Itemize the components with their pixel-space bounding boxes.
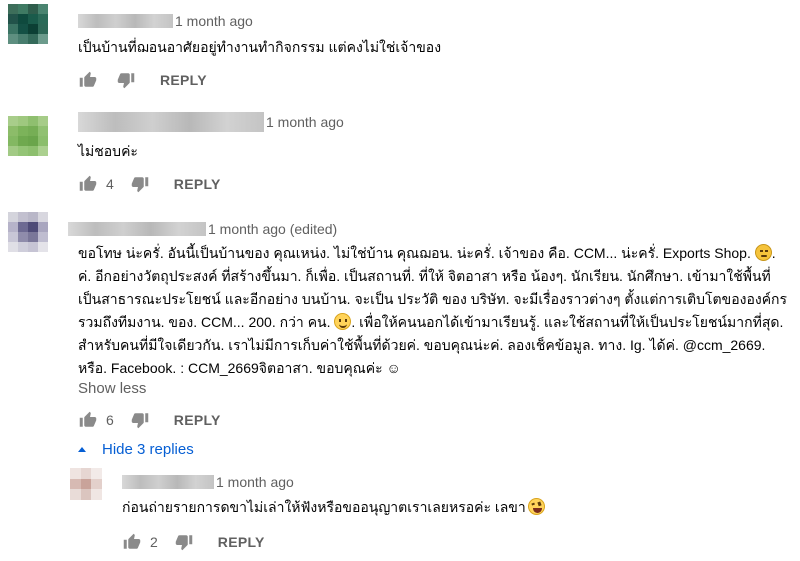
author-name[interactable] <box>68 222 206 236</box>
author-row: 1 month ago <box>78 112 344 132</box>
avatar[interactable] <box>8 212 48 252</box>
comment-text: ขอโทษ น่ะครั่. อันนี้เป็นบ้านของ คุณเหน่… <box>78 242 788 380</box>
reply-text: ก่อนถ่ายรายการดขาไม่เล่าให้ฟังหรือขออนุญ… <box>122 496 782 519</box>
smiling-face-emoji-icon <box>334 313 352 330</box>
action-toolbar: 6 REPLY <box>76 408 221 432</box>
avatar[interactable] <box>70 468 102 500</box>
comment-text: เป็นบ้านที่ฌอนอาศัยอยู่ทำงานทำกิจกรรม แต… <box>78 39 442 55</box>
reply-button[interactable]: REPLY <box>218 534 265 550</box>
reply-text-part: ก่อนถ่ายรายการดขาไม่เล่าให้ฟังหรือขออนุญ… <box>122 499 526 515</box>
show-less-link[interactable]: Show less <box>78 380 146 397</box>
hide-replies-button[interactable]: Hide 3 replies <box>78 441 194 458</box>
author-row: 1 month ago (edited) <box>68 220 337 238</box>
avatar[interactable] <box>8 4 48 44</box>
thumbs-down-icon[interactable] <box>172 530 196 554</box>
thumbs-up-icon[interactable] <box>76 68 100 92</box>
timestamp[interactable]: 1 month ago <box>175 13 253 29</box>
author-name[interactable] <box>122 475 214 489</box>
timestamp[interactable]: 1 month ago <box>216 474 294 490</box>
timestamp[interactable]: 1 month ago <box>266 114 344 130</box>
timestamp[interactable]: 1 month ago (edited) <box>208 221 337 237</box>
like-count: 2 <box>150 534 158 550</box>
reply-button[interactable]: REPLY <box>174 176 221 192</box>
thumbs-up-icon[interactable] <box>76 408 100 432</box>
caret-up-icon <box>78 447 86 452</box>
hide-replies-label: Hide 3 replies <box>102 441 194 458</box>
thumbs-up-icon[interactable] <box>76 172 100 196</box>
like-count: 4 <box>106 176 114 192</box>
action-toolbar: 2 REPLY <box>120 530 265 554</box>
reply-button[interactable]: REPLY <box>160 72 207 88</box>
thumbs-up-icon[interactable] <box>120 530 144 554</box>
thumbs-down-icon[interactable] <box>114 68 138 92</box>
action-toolbar: 4 REPLY <box>76 172 221 196</box>
thumbs-down-icon[interactable] <box>128 172 152 196</box>
author-row: 1 month ago <box>122 473 294 491</box>
action-toolbar: REPLY <box>76 68 207 92</box>
author-name[interactable] <box>78 14 173 28</box>
comment-text-part: ขอโทษ น่ะครั่. อันนี้เป็นบ้านของ คุณเหน่… <box>78 245 755 261</box>
laughing-face-emoji-icon <box>527 498 545 515</box>
thumbs-down-icon[interactable] <box>128 408 152 432</box>
reply-button[interactable]: REPLY <box>174 412 221 428</box>
author-row: 1 month ago <box>78 12 253 30</box>
sad-face-emoji-icon <box>754 244 772 261</box>
avatar[interactable] <box>8 116 48 156</box>
like-count: 6 <box>106 412 114 428</box>
comment-text: ไม่ชอบค่ะ <box>78 143 138 159</box>
author-name[interactable] <box>78 112 264 132</box>
